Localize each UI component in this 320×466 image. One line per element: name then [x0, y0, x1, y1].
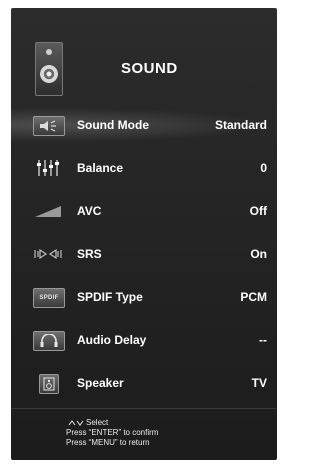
menu-item-label: Audio Delay	[77, 333, 147, 347]
up-down-arrows-icon	[68, 420, 84, 426]
menu-item-balance[interactable]: Balance 0	[11, 147, 277, 190]
speaker-icon	[39, 374, 59, 394]
headphones-icon	[33, 331, 65, 351]
menu-item-audio-delay[interactable]: Audio Delay --	[11, 319, 277, 362]
help-footer: Select Press “ENTER” to confirm Press “M…	[66, 418, 158, 448]
menu-items: Sound Mode Standard Balance 0 AVC Off SR…	[11, 104, 277, 405]
menu-item-value: Off	[249, 204, 267, 218]
menu-item-label: Sound Mode	[77, 118, 149, 132]
menu-item-label: SPDIF Type	[77, 290, 143, 304]
menu-item-label: Speaker	[77, 376, 124, 390]
menu-item-srs[interactable]: SRS On	[11, 233, 277, 276]
menu-item-sound-mode[interactable]: Sound Mode Standard	[11, 104, 277, 147]
menu-title: SOUND	[121, 60, 178, 77]
menu-item-avc[interactable]: AVC Off	[11, 190, 277, 233]
menu-item-speaker[interactable]: Speaker TV	[11, 362, 277, 405]
menu-item-value: TV	[251, 376, 267, 390]
menu-item-label: Balance	[77, 161, 124, 175]
menu-header: SOUND	[11, 8, 277, 108]
footer-divider	[11, 408, 277, 409]
balance-sliders-icon	[33, 159, 63, 177]
sound-menu-panel: SOUND Sound Mode Standard Balance 0 AVC …	[11, 8, 277, 460]
menu-item-label: SRS	[77, 247, 102, 261]
menu-hint: Press “MENU” to return	[66, 438, 150, 447]
enter-hint: Press “ENTER” to confirm	[66, 428, 159, 437]
menu-item-value: On	[250, 247, 267, 261]
tweeter-icon	[46, 49, 52, 55]
menu-item-spdif-type[interactable]: SPDIF SPDIF Type PCM	[11, 276, 277, 319]
select-hint-label: Select	[86, 418, 109, 427]
select-hint: Select	[66, 418, 158, 428]
menu-item-value: PCM	[240, 290, 267, 304]
spdif-icon-text: SPDIF	[39, 295, 59, 301]
woofer-icon	[40, 65, 58, 83]
volume-ramp-icon	[33, 202, 63, 220]
speaker-mode-icon	[33, 116, 65, 136]
menu-item-value: --	[259, 333, 267, 347]
menu-item-value: Standard	[214, 118, 267, 132]
spdif-icon: SPDIF	[33, 288, 65, 308]
speaker-cabinet-icon	[35, 42, 63, 96]
menu-item-value: 0	[260, 161, 267, 175]
menu-item-label: AVC	[77, 204, 102, 218]
srs-icon	[33, 245, 63, 263]
